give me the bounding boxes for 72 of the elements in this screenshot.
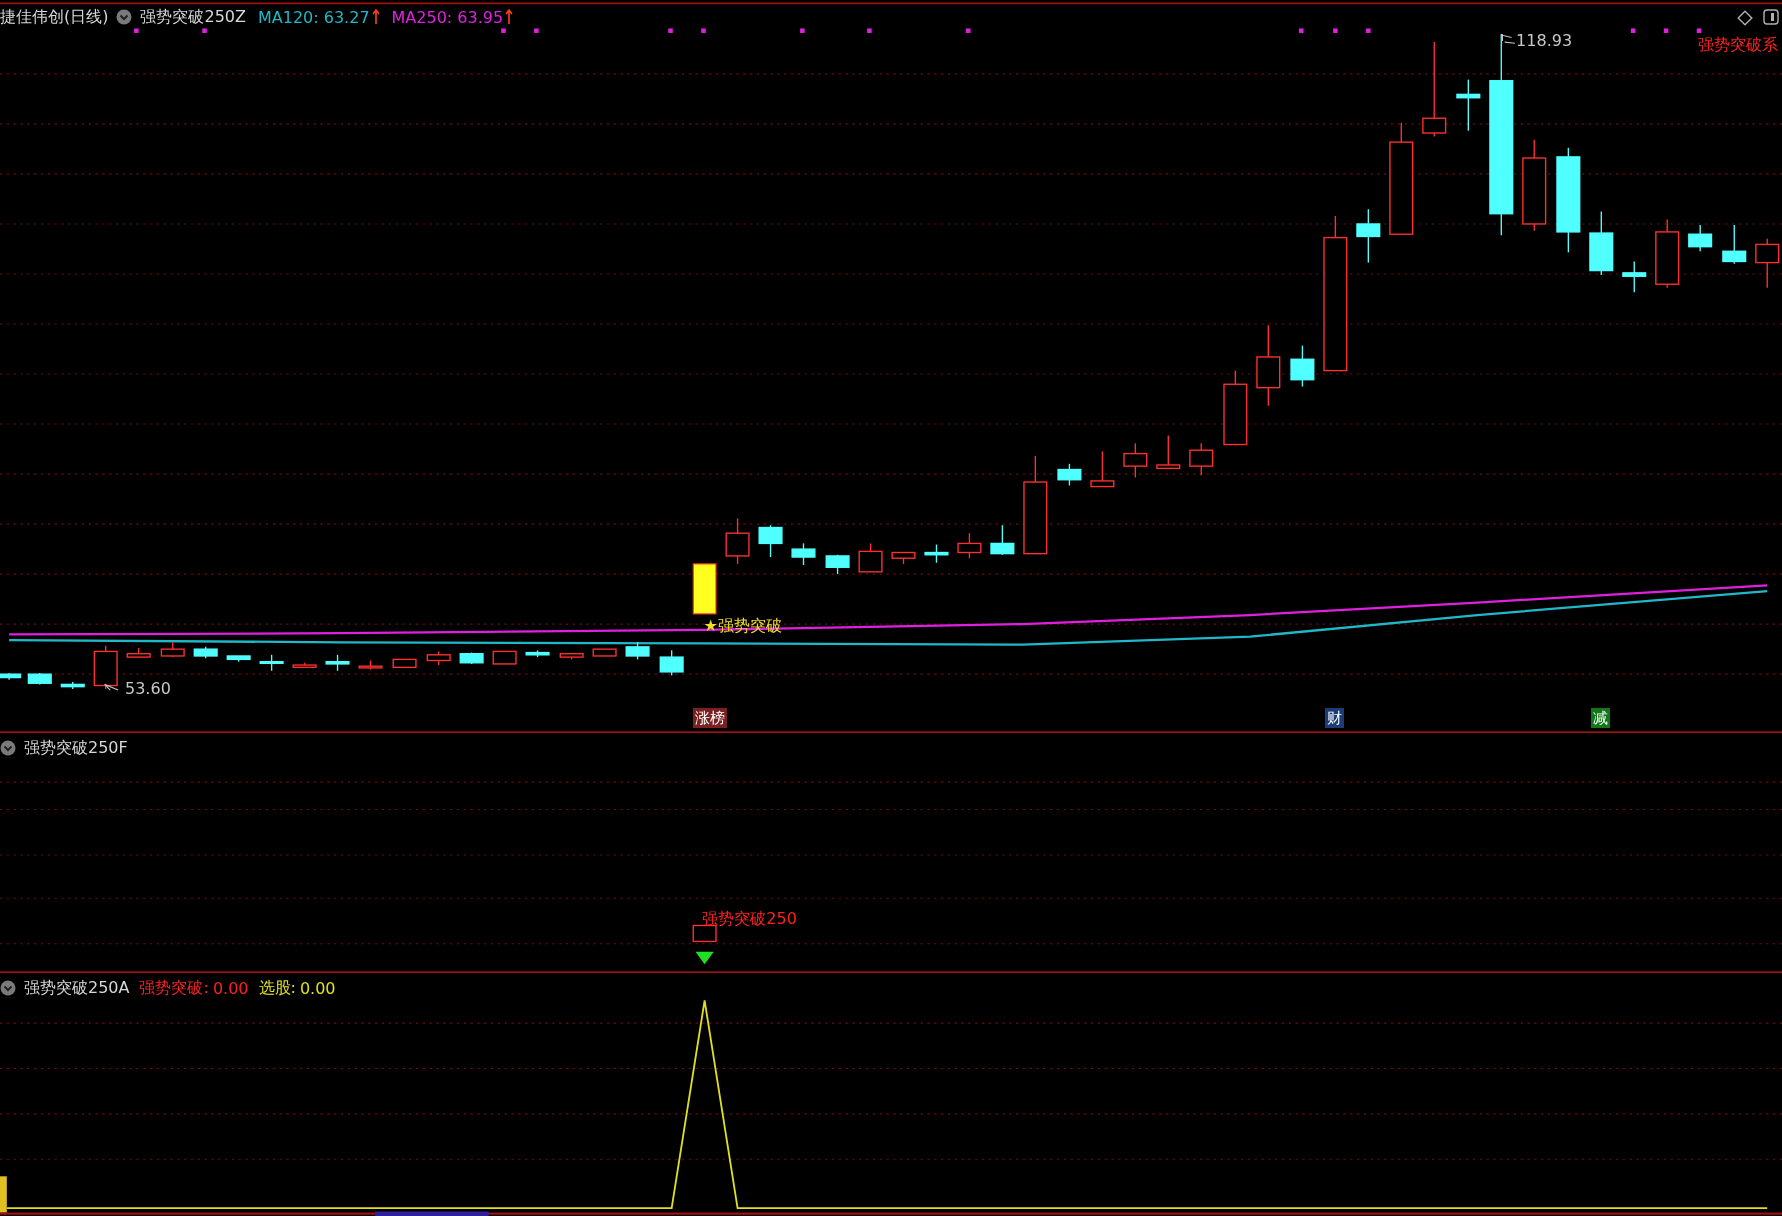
scrollbar-thumb[interactable] bbox=[375, 1211, 489, 1216]
reading-value: 0.00 bbox=[299, 978, 336, 998]
diamond-icon[interactable] bbox=[1736, 10, 1753, 27]
candlestick bbox=[1722, 224, 1747, 265]
candlestick bbox=[259, 654, 284, 672]
event-tag[interactable]: 涨榜 bbox=[693, 708, 728, 728]
candlestick bbox=[559, 653, 584, 661]
candlestick bbox=[1189, 442, 1214, 476]
moving-average-value: MA120: 63.27 bbox=[258, 7, 370, 27]
low-price-label: 53.60 bbox=[125, 678, 171, 699]
candlestick bbox=[193, 646, 218, 659]
candlestick bbox=[226, 655, 251, 663]
low-pointer-icon bbox=[104, 683, 119, 691]
candlestick bbox=[990, 524, 1015, 556]
candlestick bbox=[160, 641, 185, 658]
signal-bar bbox=[692, 563, 717, 615]
candlestick bbox=[0, 672, 22, 681]
candlestick bbox=[325, 654, 350, 672]
candlestick bbox=[392, 658, 417, 668]
triangle-down-icon bbox=[695, 951, 714, 965]
moving-average-value: MA250: 63.95 bbox=[391, 7, 504, 27]
candlestick bbox=[858, 542, 883, 573]
candlestick bbox=[1090, 450, 1115, 488]
strategy-label: 强势突破系 bbox=[1697, 35, 1778, 56]
marker-box bbox=[692, 924, 717, 943]
candlestick bbox=[27, 672, 52, 686]
chart-title: 捷佳伟创(日线) bbox=[0, 6, 109, 28]
reading-label: 选股: bbox=[258, 977, 296, 999]
candlestick bbox=[1356, 208, 1381, 264]
indicator-name: 强势突破250Z bbox=[140, 6, 246, 28]
candlestick bbox=[1456, 78, 1481, 132]
marker-label: 强势突破250 bbox=[702, 909, 797, 930]
candlestick bbox=[1589, 210, 1614, 276]
candlestick bbox=[825, 554, 850, 575]
indicator-name: 强势突破250A bbox=[24, 977, 130, 999]
candlestick bbox=[1123, 442, 1148, 479]
candlestick bbox=[292, 662, 317, 668]
high-pointer-icon bbox=[1501, 33, 1516, 44]
candlestick bbox=[957, 532, 982, 559]
candlestick bbox=[358, 659, 383, 671]
high-price-label: 118.93 bbox=[1516, 30, 1573, 51]
candlestick bbox=[758, 524, 783, 558]
candlestick bbox=[426, 650, 451, 666]
candlestick bbox=[891, 551, 916, 565]
candlestick bbox=[625, 641, 650, 661]
candlestick bbox=[924, 543, 949, 564]
candlestick bbox=[1057, 463, 1082, 487]
candlestick bbox=[791, 542, 816, 566]
reading-label: 强势突破: bbox=[139, 977, 209, 999]
event-tag[interactable]: 减 bbox=[1591, 708, 1611, 728]
candlestick bbox=[725, 517, 750, 565]
level-bar bbox=[0, 1176, 7, 1213]
candlestick bbox=[459, 651, 484, 665]
candlestick bbox=[1688, 224, 1713, 252]
candlestick bbox=[492, 650, 517, 665]
reading-value: 0.00 bbox=[212, 978, 249, 998]
candlestick bbox=[1622, 260, 1647, 293]
indicator-name: 强势突破250F bbox=[24, 737, 128, 759]
collapse-icon[interactable] bbox=[116, 9, 133, 25]
candlestick bbox=[525, 649, 550, 658]
candlestick bbox=[1655, 218, 1680, 289]
candlestick bbox=[592, 648, 617, 657]
candlestick bbox=[126, 647, 151, 658]
candlestick bbox=[93, 645, 118, 690]
candlestick bbox=[60, 681, 85, 690]
panel-toggle-icon[interactable] bbox=[1762, 9, 1779, 26]
collapse-icon[interactable] bbox=[0, 980, 16, 996]
candlestick bbox=[1156, 434, 1181, 470]
candlestick bbox=[1290, 344, 1315, 388]
collapse-icon[interactable] bbox=[0, 740, 16, 756]
event-tag[interactable]: 财 bbox=[1325, 708, 1345, 728]
candlestick bbox=[659, 649, 684, 676]
